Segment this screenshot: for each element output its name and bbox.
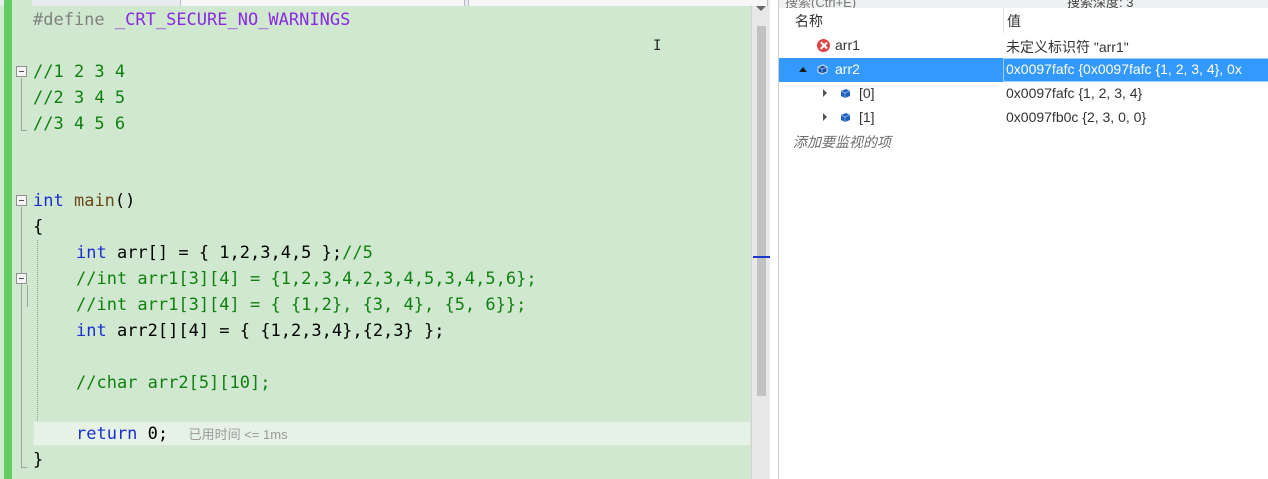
editor-nav-bar[interactable] bbox=[0, 0, 770, 6]
code-editor[interactable]: #define _CRT_SECURE_NO_WARNINGS //1 2 3 … bbox=[0, 0, 770, 479]
variable-icon bbox=[839, 111, 852, 124]
scroll-up-arrow-icon[interactable] bbox=[756, 6, 766, 11]
fold-toggle-comment-lines[interactable] bbox=[16, 273, 27, 284]
watch-item-name[interactable]: arr2 bbox=[835, 61, 860, 77]
code-line-brace: { bbox=[33, 217, 44, 237]
collapse-arrow-icon[interactable] bbox=[799, 67, 807, 72]
column-header-value[interactable]: 值 bbox=[1007, 11, 1021, 31]
fold-guide-end bbox=[21, 130, 27, 131]
function-name: main bbox=[73, 191, 115, 211]
watch-row-arr2[interactable]: arr2 0x0097fafc {0x0097fafc {1, 2, 3, 4}… bbox=[779, 58, 1268, 82]
code-line-comment: //1 2 3 4 bbox=[33, 62, 126, 82]
watch-column-header: 名称 值 bbox=[779, 8, 1268, 33]
code-text: arr[] = { 1,2,3,4,5 }; bbox=[106, 243, 343, 263]
code-line-comment: //char arr2[5][10]; bbox=[76, 373, 271, 393]
code-line-brace: } bbox=[33, 450, 44, 470]
macro-name: _CRT_SECURE_NO_WARNINGS bbox=[114, 10, 351, 30]
fold-guide bbox=[21, 78, 22, 130]
preprocessor-directive: #define bbox=[33, 10, 105, 30]
scrollbar-thumb[interactable] bbox=[757, 26, 766, 396]
editor-vertical-scrollbar[interactable] bbox=[751, 6, 770, 479]
watch-item-value[interactable]: 未定义标识符 "arr1" bbox=[1006, 37, 1129, 57]
fold-guide bbox=[21, 207, 22, 467]
member-dropdown[interactable] bbox=[468, 0, 768, 6]
watch-item-value[interactable]: 0x0097fafc {0x0097fafc {1, 2, 3, 4}, 0x bbox=[1006, 61, 1242, 77]
watch-window[interactable]: 搜索(Ctrl+E) 搜索深度: 3 名称 值 arr1 未定义标识符 "arr… bbox=[778, 0, 1268, 479]
mouse-ibeam-cursor: I bbox=[653, 38, 662, 54]
watch-row-arr2-0[interactable]: [0] 0x0097fafc {1, 2, 3, 4} bbox=[779, 82, 1268, 106]
indent-guide bbox=[37, 240, 38, 445]
code-line-comment: //int arr1[3][4] = { {1,2}, {3, 4}, {5, … bbox=[76, 295, 527, 315]
code-text: () bbox=[114, 191, 136, 211]
watch-toolbar: 搜索(Ctrl+E) 搜索深度: 3 bbox=[779, 0, 1268, 8]
code-line-arr2: int arr2[][4] = { {1,2,3,4},{2,3} }; bbox=[76, 318, 444, 344]
code-text: arr2[][4] = { {1,2,3,4},{2,3} }; bbox=[106, 321, 445, 341]
variable-icon bbox=[816, 63, 829, 76]
expand-arrow-icon[interactable] bbox=[823, 113, 827, 121]
column-header-name[interactable]: 名称 bbox=[795, 11, 823, 31]
inline-comment: //5 bbox=[342, 243, 373, 263]
code-line-comment: //2 3 4 5 bbox=[33, 88, 126, 108]
watch-search-input[interactable]: 搜索(Ctrl+E) bbox=[785, 0, 856, 8]
keyword: int bbox=[76, 321, 107, 341]
code-line-main: int main() bbox=[33, 188, 135, 214]
watch-item-name[interactable]: [1] bbox=[859, 109, 875, 125]
caret-position-marker bbox=[753, 256, 770, 258]
fold-guide-end bbox=[21, 467, 27, 468]
change-tracking-bar bbox=[4, 0, 12, 479]
perf-tip-elapsed[interactable]: 已用时间 <= 1ms bbox=[189, 427, 288, 442]
watch-item-name[interactable]: [0] bbox=[859, 85, 875, 101]
code-text: 0; bbox=[137, 424, 169, 444]
keyword: return bbox=[76, 424, 138, 444]
search-depth-control[interactable]: 搜索深度: 3 bbox=[1067, 0, 1133, 8]
code-line-return: return 0; 已用时间 <= 1ms bbox=[76, 421, 288, 447]
code-line-comment: //int arr1[3][4] = {1,2,3,4,2,3,4,5,3,4,… bbox=[76, 269, 537, 289]
watch-item-value[interactable]: 0x0097fafc {1, 2, 3, 4} bbox=[1006, 85, 1142, 101]
add-watch-item-placeholder[interactable]: 添加要监视的项 bbox=[793, 132, 891, 152]
error-icon bbox=[817, 39, 830, 52]
watch-row-arr2-1[interactable]: [1] 0x0097fb0c {2, 3, 0, 0} bbox=[779, 106, 1268, 130]
fold-toggle-main[interactable] bbox=[16, 195, 27, 206]
fold-guide bbox=[27, 285, 28, 307]
watch-item-name[interactable]: arr1 bbox=[835, 37, 860, 53]
variable-icon bbox=[839, 87, 852, 100]
watch-item-value[interactable]: 0x0097fb0c {2, 3, 0, 0} bbox=[1006, 109, 1146, 125]
scope-dropdown[interactable] bbox=[180, 0, 465, 6]
code-line-arr: int arr[] = { 1,2,3,4,5 };//5 bbox=[76, 240, 373, 266]
keyword: int bbox=[33, 191, 64, 211]
keyword: int bbox=[76, 243, 107, 263]
expand-arrow-icon[interactable] bbox=[823, 89, 827, 97]
watch-row-arr1[interactable]: arr1 未定义标识符 "arr1" bbox=[779, 34, 1268, 58]
code-line-comment: //3 4 5 6 bbox=[33, 114, 126, 134]
fold-toggle-comment-block[interactable] bbox=[16, 66, 27, 77]
column-separator[interactable] bbox=[1003, 8, 1004, 33]
code-line-define: #define _CRT_SECURE_NO_WARNINGS bbox=[33, 7, 350, 33]
